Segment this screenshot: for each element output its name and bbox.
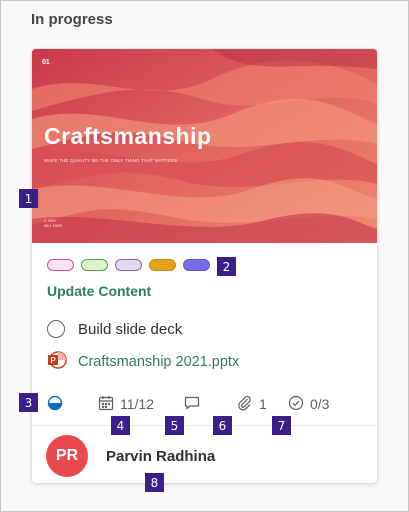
cover-footer-line: WILL PARE [44,224,63,228]
marker-5: 5 [165,416,184,435]
marker-1: 1 [19,189,38,208]
label-pink[interactable] [47,259,74,271]
attachment-preview: P Craftsmanship 2021.pptx [47,350,239,375]
task-meta-row: 11/12 1 0/3 [47,394,367,414]
due-date[interactable]: 11/12 [98,394,154,414]
svg-text:P: P [50,356,56,365]
half-circle-progress-icon [47,395,63,414]
marker-8: 8 [145,473,164,492]
cover-slide-number: 01 [42,59,50,66]
marker-7: 7 [272,416,291,435]
cover-subtitle: MAKE THE QUALITY BE THE ONLY THING THAT … [44,158,178,163]
label-green[interactable] [81,259,108,271]
attachments-count: 1 [259,396,267,412]
calendar-icon [98,395,114,414]
marker-6: 6 [213,416,232,435]
comments-indicator[interactable] [184,394,200,414]
attachments-indicator[interactable]: 1 [237,394,267,414]
label-orange[interactable] [149,259,176,271]
checklist-progress-text: 0/3 [310,396,330,412]
assignee[interactable]: PR Parvin Radhina [46,435,215,477]
checklist-progress[interactable]: 0/3 [288,394,329,414]
check-circle-icon [288,395,304,414]
comment-icon [184,395,200,414]
checklist-item-text: Build slide deck [78,320,183,338]
task-card[interactable]: 01 Craftsmanship MAKE THE QUALITY BE THE… [32,49,377,483]
label-purple[interactable] [115,259,142,271]
marker-3: 3 [19,393,38,412]
checklist-checkbox[interactable] [47,320,65,338]
assignee-name: Parvin Radhina [106,447,216,465]
progress-indicator[interactable] [47,394,63,414]
marker-2: 2 [217,257,236,276]
cover-image[interactable]: 01 Craftsmanship MAKE THE QUALITY BE THE… [32,49,377,243]
due-date-text: 11/12 [120,396,154,412]
task-title[interactable]: Update Content [47,283,151,299]
attachment-link[interactable]: Craftsmanship 2021.pptx [78,354,239,370]
powerpoint-file-icon: P [47,350,67,375]
board-column: In progress 01 Craftsmanship MAKE THE QU… [0,0,409,512]
checklist-item: Build slide deck [47,318,182,340]
marker-4: 4 [111,416,130,435]
label-list [47,259,210,271]
avatar[interactable]: PR [46,435,88,477]
cover-title: Craftsmanship [44,123,212,149]
card-divider [32,425,377,426]
label-blue[interactable] [183,259,210,271]
column-title: In progress [31,11,113,28]
cover-footer: Z. INDY WILL PARE [44,219,62,229]
paperclip-icon [237,395,253,414]
